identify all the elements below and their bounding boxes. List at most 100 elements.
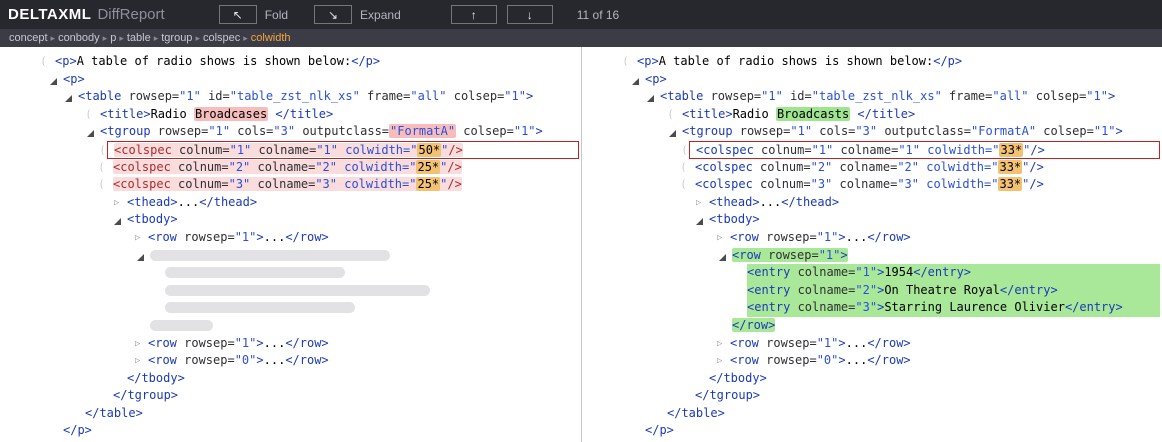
- expand-toggle-icon[interactable]: ▷: [696, 195, 701, 213]
- code-segment: rowsep=: [759, 336, 817, 350]
- code-line: </p>: [622, 422, 1160, 440]
- breadcrumb-item-table[interactable]: table: [127, 32, 151, 44]
- breadcrumb-item-concept[interactable]: concept: [9, 32, 48, 44]
- code-segment: </entry>: [913, 265, 971, 279]
- breadcrumb-item-conbody[interactable]: conbody: [58, 32, 100, 44]
- code-line: ⟮<colspec colnum="2" colname="2" colwidt…: [40, 159, 579, 177]
- fold-handle-icon[interactable]: ⟮: [42, 53, 45, 71]
- fold-handle-icon[interactable]: ⟮: [683, 142, 686, 160]
- missing-content-placeholder: [150, 320, 213, 331]
- code-segment: "1": [817, 230, 839, 244]
- code-segment: colwidth=: [919, 177, 991, 191]
- collapse-toggle-icon[interactable]: [669, 130, 676, 137]
- code-segment: colname=: [250, 177, 315, 191]
- code-segment: </p>: [933, 54, 962, 68]
- expand-toggle-icon[interactable]: ▷: [135, 353, 140, 371]
- collapse-toggle-icon[interactable]: [696, 218, 703, 225]
- code-segment: "1": [230, 143, 252, 157]
- fold-handle-icon[interactable]: ⟮: [100, 159, 103, 177]
- code-segment: "2": [855, 283, 877, 297]
- breadcrumb-item-colwidth[interactable]: colwidth: [251, 32, 291, 44]
- code-segment: 50*: [417, 143, 441, 157]
- code-segment: colnum=: [754, 143, 812, 157]
- code-segment: rowsep=: [177, 353, 235, 367]
- code-segment: >: [256, 230, 263, 244]
- code-segment: </row>: [867, 230, 910, 244]
- code-segment: </table>: [85, 406, 143, 420]
- code-segment: >: [838, 353, 845, 367]
- code-segment: "1": [819, 248, 841, 262]
- code-segment: On Theatre Royal: [884, 283, 1000, 297]
- expand-toggle-icon[interactable]: ▷: [717, 336, 722, 354]
- expand-toggle-icon[interactable]: ▷: [114, 195, 119, 213]
- expand-toggle-icon[interactable]: ▷: [135, 230, 140, 248]
- code-segment: "1": [855, 265, 877, 279]
- code-segment: ...: [846, 353, 868, 367]
- fold-handle-icon[interactable]: ⟮: [682, 159, 685, 177]
- code-line: ▷<row rowsep="1">...</row>: [622, 229, 1160, 247]
- missing-content-placeholder: [150, 250, 390, 261]
- code-segment: />: [1029, 177, 1043, 191]
- code-segment: colwidth=: [338, 143, 410, 157]
- fold-handle-icon[interactable]: ⟮: [100, 176, 103, 194]
- expand-toggle-icon[interactable]: ▷: [717, 353, 722, 371]
- code-segment: "3": [855, 300, 877, 314]
- collapse-toggle-icon[interactable]: [87, 130, 94, 137]
- breadcrumb-item-colspec[interactable]: colspec: [203, 32, 240, 44]
- fold-handle-icon[interactable]: ⟮: [669, 106, 672, 124]
- code-segment: <title>: [100, 107, 151, 121]
- code-segment: </table>: [667, 406, 725, 420]
- code-segment: "1": [812, 143, 834, 157]
- code-segment: <p>: [637, 54, 659, 68]
- code-line: ▷<thead>...</thead>: [622, 194, 1160, 212]
- code-line: [40, 264, 579, 282]
- code-segment: </tgroup>: [113, 388, 178, 402]
- code-segment: "1": [898, 143, 920, 157]
- breadcrumb-item-p[interactable]: p: [110, 32, 116, 44]
- code-segment: cols=: [230, 124, 273, 138]
- code-segment: colname=: [832, 177, 897, 191]
- missing-content-placeholder: [165, 302, 355, 313]
- collapse-toggle-icon[interactable]: [65, 95, 72, 102]
- expand-toggle-icon[interactable]: ▷: [135, 336, 140, 354]
- code-line: </tgroup>: [622, 387, 1160, 405]
- code-segment: "1": [235, 230, 257, 244]
- code-segment: colname=: [790, 300, 855, 314]
- collapse-toggle-icon[interactable]: [50, 78, 57, 85]
- fold-handle-icon[interactable]: ⟮: [87, 106, 90, 124]
- fold-handle-icon[interactable]: ⟮: [624, 53, 627, 71]
- code-line: ⟮<colspec colnum="3" colname="3" colwidt…: [40, 176, 579, 194]
- fold-handle-icon[interactable]: ⟮: [101, 142, 104, 160]
- code-segment: <entry: [747, 283, 790, 297]
- collapse-toggle-icon[interactable]: [114, 218, 121, 225]
- code-segment: "table_zst_nlk_xs": [230, 89, 360, 103]
- code-segment: <p>: [645, 72, 667, 86]
- collapse-toggle-icon[interactable]: [632, 78, 639, 85]
- code-segment: "1": [179, 89, 201, 103]
- collapse-toggle-icon[interactable]: [647, 95, 654, 102]
- previous-diff-button[interactable]: ↑: [451, 5, 497, 24]
- code-segment: "0": [235, 353, 257, 367]
- diff-pane-left[interactable]: ⟮<p>A table of radio shows is shown belo…: [0, 47, 581, 442]
- diff-added-highlight: <entry colname="3">Starring Laurence Oli…: [747, 299, 1160, 317]
- code-segment: <colspec: [113, 160, 171, 174]
- code-segment: <row: [148, 336, 177, 350]
- fold-handle-icon[interactable]: ⟮: [682, 176, 685, 194]
- diff-pane-right[interactable]: ⟮<p>A table of radio shows is shown belo…: [581, 47, 1162, 442]
- code-segment: "all": [410, 89, 446, 103]
- code-segment: </row>: [285, 353, 328, 367]
- code-segment: </entry>: [1065, 300, 1123, 314]
- expand-button[interactable]: ↘: [314, 5, 352, 24]
- code-segment: Broadcasts: [776, 107, 850, 121]
- expand-toggle-icon[interactable]: ▷: [717, 230, 722, 248]
- collapse-toggle-icon[interactable]: [137, 254, 144, 261]
- code-segment: "3": [273, 124, 295, 138]
- code-segment: "2": [229, 160, 251, 174]
- code-segment: >: [526, 89, 533, 103]
- fold-button[interactable]: ↖: [219, 5, 257, 24]
- next-diff-button[interactable]: ↓: [507, 5, 553, 24]
- collapse-toggle-icon[interactable]: [719, 254, 726, 261]
- breadcrumb-item-tgroup[interactable]: tgroup: [161, 32, 192, 44]
- code-line: ▷<row rowsep="1">...</row>: [622, 335, 1160, 353]
- breadcrumb-separator: ▸: [154, 33, 159, 44]
